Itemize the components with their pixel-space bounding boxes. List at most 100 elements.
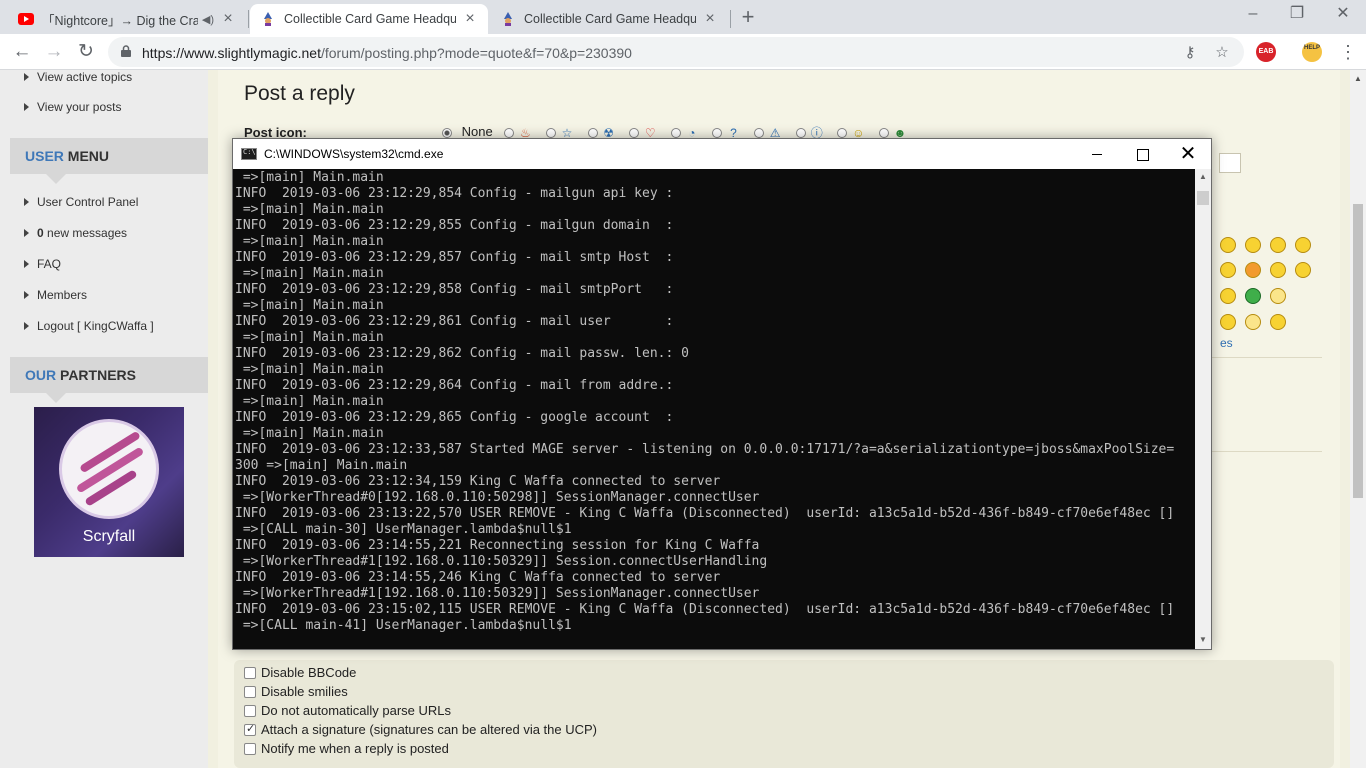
cmd-maximize-button[interactable] — [1119, 139, 1165, 169]
key-icon[interactable]: ⚷ — [1180, 43, 1200, 63]
sidebar-link-label: new messages — [43, 226, 128, 240]
scroll-up-arrow-icon[interactable]: ▲ — [1353, 74, 1363, 83]
adblock-extension-icon[interactable]: EAB — [1256, 42, 1276, 62]
url-text[interactable]: https://www.slightlymagic.net/forum/post… — [142, 45, 632, 61]
scryfall-logo — [59, 419, 159, 519]
smiley-icon[interactable] — [1270, 288, 1286, 304]
browser-toolbar: ← → ↻ https://www.slightlymagic.net/foru… — [0, 34, 1366, 70]
post-icon-radio[interactable] — [754, 127, 765, 138]
window-minimize-button[interactable]: – — [1230, 0, 1276, 30]
tab-close-icon[interactable]: × — [702, 10, 718, 28]
checkbox[interactable] — [244, 686, 256, 698]
tab-strip: 「Nightcore」→ Dig the Crazy ◀) × Collecti… — [0, 0, 1366, 34]
reload-button[interactable]: ↻ — [72, 38, 100, 66]
cmd-app-icon[interactable] — [241, 148, 257, 160]
post-icon-radio[interactable] — [545, 127, 556, 138]
cmd-scroll-thumb[interactable] — [1197, 191, 1209, 205]
post-icon-radio[interactable] — [504, 127, 515, 138]
cmd-minimize-button[interactable] — [1074, 139, 1120, 169]
sidebar-link-logout[interactable]: Logout [ KingCWaffa ] — [24, 319, 154, 333]
option-attach-signature[interactable]: Attach a signature (signatures can be al… — [244, 722, 597, 737]
sidebar-link-label: Members — [37, 288, 88, 302]
tab-title: Collectible Card Game Headquar — [284, 12, 456, 26]
cmd-window[interactable]: C:\WINDOWS\system32\cmd.exe ✕ =>[main] M… — [232, 138, 1212, 650]
message-count: 0 — [37, 226, 44, 240]
post-icon-radio[interactable] — [629, 127, 640, 138]
option-label: Notify me when a reply is posted — [261, 741, 449, 756]
smiley-icon[interactable] — [1270, 237, 1286, 253]
forward-button[interactable]: → — [40, 38, 68, 66]
post-icon-radio[interactable] — [837, 127, 848, 138]
sidebar: View active topics View your posts USER … — [0, 70, 208, 768]
page-scroll-thumb[interactable] — [1353, 204, 1363, 498]
new-tab-button[interactable]: + — [737, 5, 759, 29]
cmd-scroll-down-icon[interactable]: ▼ — [1195, 635, 1211, 644]
checkbox-checked[interactable] — [244, 722, 256, 736]
smiley-icon[interactable] — [1245, 314, 1261, 330]
smiley-icon[interactable] — [1295, 262, 1311, 278]
tab-close-icon[interactable]: × — [462, 10, 478, 28]
cmd-scroll-up-icon[interactable]: ▲ — [1195, 172, 1211, 181]
smiley-icon[interactable] — [1295, 237, 1311, 253]
option-notify-reply[interactable]: Notify me when a reply is posted — [244, 741, 449, 756]
smiley-icon[interactable] — [1220, 288, 1236, 304]
sidebar-link-your-posts[interactable]: View your posts — [24, 100, 122, 114]
sidebar-link-active-topics[interactable]: View active topics — [24, 70, 132, 84]
cmd-close-button[interactable]: ✕ — [1165, 139, 1211, 169]
smiley-icon[interactable] — [1220, 262, 1236, 278]
smiley-icon[interactable] — [1270, 314, 1286, 330]
bookmark-star-icon[interactable]: ☆ — [1212, 43, 1232, 63]
sidebar-link-members[interactable]: Members — [24, 288, 87, 302]
scryfall-banner[interactable]: Scryfall — [34, 407, 184, 557]
tab-mage-active[interactable]: Collectible Card Game Headquar × — [250, 4, 488, 34]
tab-close-icon[interactable]: × — [220, 10, 236, 28]
sidebar-link-label: View your posts — [37, 100, 122, 114]
tab-separator — [730, 10, 731, 28]
tab-nightcore[interactable]: 「Nightcore」→ Dig the Crazy ◀) × — [8, 4, 246, 34]
cmd-titlebar[interactable]: C:\WINDOWS\system32\cmd.exe ✕ — [233, 139, 1211, 169]
post-icon-radio[interactable] — [878, 127, 889, 138]
browser-menu-icon[interactable]: ⋮ — [1338, 42, 1358, 64]
post-icon-radio[interactable] — [587, 127, 598, 138]
heading-accent: OUR — [25, 367, 57, 383]
checkbox[interactable] — [244, 705, 256, 717]
window-close-button[interactable]: ✕ — [1320, 0, 1366, 30]
checkbox[interactable] — [244, 667, 256, 679]
post-icon-radio[interactable] — [712, 127, 723, 138]
smiley-icon[interactable] — [1245, 262, 1261, 278]
sidebar-link-messages[interactable]: 0 new messages — [24, 226, 127, 240]
smiley-icon[interactable] — [1220, 237, 1236, 253]
tab-mage[interactable]: Collectible Card Game Headquar × — [490, 4, 728, 34]
smiley-icon[interactable] — [1220, 314, 1236, 330]
option-disable-smilies[interactable]: Disable smilies — [244, 684, 348, 699]
address-bar[interactable]: https://www.slightlymagic.net/forum/post… — [108, 37, 1244, 67]
console-output[interactable]: =>[main] Main.main INFO 2019-03-06 23:12… — [233, 169, 1195, 649]
window-maximize-button[interactable]: ❐ — [1274, 0, 1320, 30]
cmd-title: C:\WINDOWS\system32\cmd.exe — [264, 147, 444, 161]
post-icon-radio-none[interactable] — [442, 127, 452, 138]
cmd-scrollbar[interactable]: ▲ ▼ — [1195, 169, 1211, 649]
smiley-icon[interactable] — [1245, 237, 1261, 253]
option-label: Attach a signature (signatures can be al… — [261, 722, 598, 737]
sidebar-link-faq[interactable]: FAQ — [24, 257, 61, 271]
smiley-icon[interactable] — [1270, 262, 1286, 278]
post-icon-radio[interactable] — [795, 127, 806, 138]
sidebar-link-label: User Control Panel — [37, 195, 139, 209]
sidebar-link-ucp[interactable]: User Control Panel — [24, 195, 138, 209]
tab-title: Collectible Card Game Headquar — [524, 12, 696, 26]
post-icon-none-label: None — [461, 124, 493, 139]
post-icon-radio[interactable] — [670, 127, 681, 138]
more-smilies-link[interactable]: es — [1220, 336, 1233, 350]
page-scrollbar[interactable]: ▲ — [1350, 70, 1366, 768]
back-button[interactable]: ← — [8, 38, 36, 66]
subject-input-edge[interactable] — [1219, 153, 1241, 173]
checkbox[interactable] — [244, 743, 256, 755]
lock-icon[interactable] — [121, 45, 131, 57]
speaker-icon[interactable]: ◀) — [202, 13, 214, 26]
option-disable-bbcode[interactable]: Disable BBCode — [244, 665, 356, 680]
smiley-icon[interactable] — [1245, 288, 1261, 304]
url-host: https://www.slightlymagic.net — [142, 45, 321, 61]
sidebar-link-label: View active topics — [37, 70, 133, 84]
help-extension-icon[interactable]: HELP — [1302, 42, 1322, 62]
option-no-parse-urls[interactable]: Do not automatically parse URLs — [244, 703, 451, 718]
